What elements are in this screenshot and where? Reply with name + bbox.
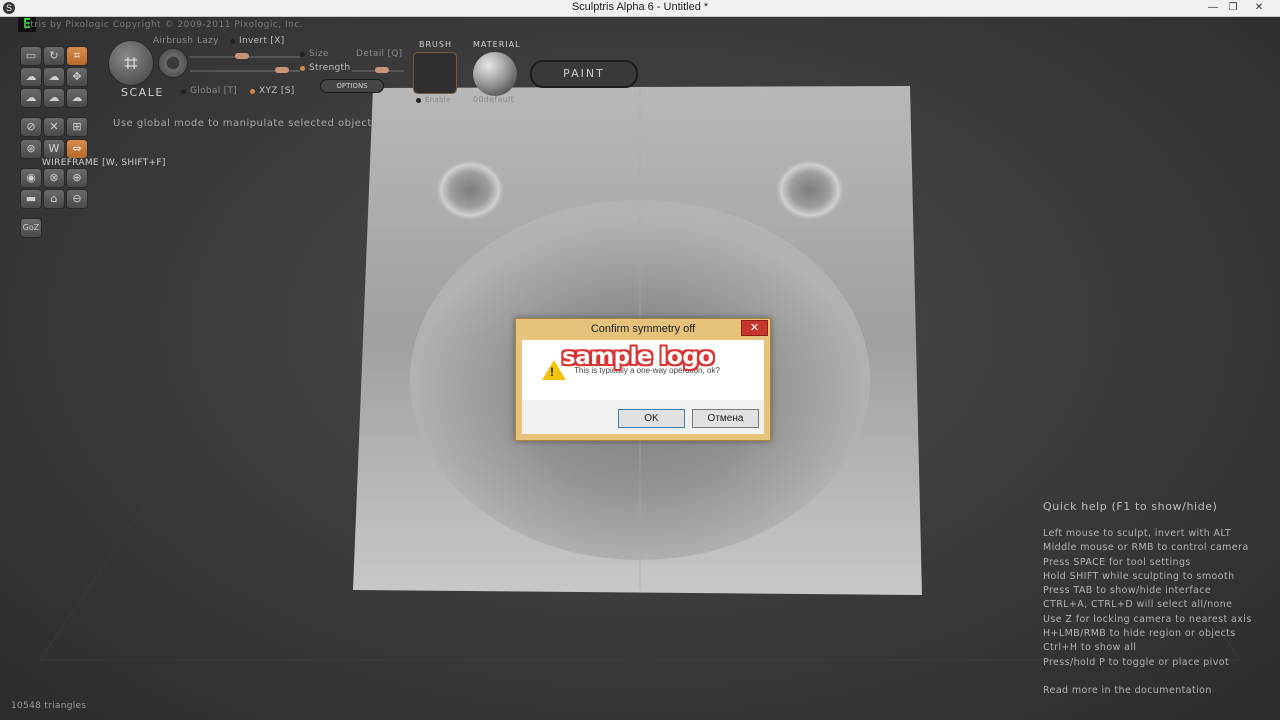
dialog-close-button[interactable]: ✕	[741, 320, 768, 336]
enable-label[interactable]: Enable	[425, 96, 451, 104]
confirm-symmetry-dialog: Confirm symmetry off ✕ ! This is typical…	[515, 318, 771, 441]
enable-toggle[interactable]	[416, 98, 421, 103]
airbrush-label[interactable]: Airbrush	[153, 36, 193, 46]
strength-label: Strength	[309, 63, 351, 73]
quick-help-item: Press TAB to show/hide interface	[1043, 585, 1212, 597]
xyz-toggle[interactable]	[250, 89, 255, 94]
grid-icon[interactable]: ⊞	[66, 117, 88, 137]
warning-mark: !	[550, 365, 554, 379]
brush-knob[interactable]	[158, 48, 188, 78]
wireframe-icon[interactable]: W	[43, 139, 65, 159]
dialog-title: Confirm symmetry off	[590, 323, 696, 335]
home-icon[interactable]: ⌂	[43, 189, 65, 209]
global-label[interactable]: Global [T]	[190, 86, 237, 96]
export-icon[interactable]: ⊖	[66, 189, 88, 209]
paint-button[interactable]: PAINT	[530, 60, 638, 88]
strength-slider-handle[interactable]	[275, 67, 289, 73]
tool-pinch-icon[interactable]: ☁	[20, 88, 42, 108]
reduce-icon[interactable]: ⊗	[43, 168, 65, 188]
wireframe-tooltip: WIREFRAME [W, SHIFT+F]	[42, 158, 166, 168]
quick-help-title: Quick help (F1 to show/hide)	[1043, 500, 1218, 513]
tool-flatten-icon[interactable]: ☁	[20, 67, 42, 87]
invert-toggle[interactable]	[230, 39, 235, 44]
left-eye-dent	[434, 158, 506, 222]
dialog-body: ! This is typically a one-way operation,…	[522, 340, 764, 400]
mirror-icon[interactable]: ⇔	[66, 139, 88, 159]
quick-help-item: H+LMB/RMB to hide region or objects	[1043, 628, 1236, 640]
triangle-count: 10548 triangles	[11, 701, 87, 711]
brush-header: BRUSH	[419, 40, 452, 49]
symmetry-icon[interactable]: ⊛	[20, 139, 42, 159]
size-label: Size	[309, 49, 329, 59]
quick-help-item: Middle mouse or RMB to control camera	[1043, 542, 1249, 554]
reduce-brush-icon[interactable]: ⊘	[20, 117, 42, 137]
scale-tool-icon[interactable]: ⌗	[108, 40, 154, 86]
cancel-button[interactable]: Отмена	[692, 409, 759, 428]
tool-grab-icon[interactable]: ✥	[66, 67, 88, 87]
material-name: 00default	[473, 95, 515, 104]
ok-button[interactable]: OK	[618, 409, 685, 428]
options-button[interactable]: OPTIONS	[320, 79, 384, 93]
size-slider-handle[interactable]	[235, 53, 249, 59]
tool-hint: Use global mode to manipulate selected o…	[113, 118, 378, 129]
documentation-link[interactable]: Read more in the documentation	[1043, 685, 1212, 696]
sphere-icon[interactable]: ▬	[20, 189, 42, 209]
xyz-label[interactable]: XYZ [S]	[259, 86, 295, 96]
quick-help-item: Ctrl+H to show all	[1043, 642, 1137, 654]
invert-label[interactable]: Invert [X]	[239, 36, 285, 46]
detail-label: Detail [Q]	[356, 49, 403, 59]
tool-rotate-icon[interactable]: ↻	[43, 46, 65, 66]
strength-toggle[interactable]	[300, 66, 305, 71]
quick-help-item: Hold SHIFT while sculpting to smooth	[1043, 570, 1235, 582]
tool-scale-icon[interactable]: ⌗	[66, 46, 88, 66]
material-header: MATERIAL	[473, 40, 521, 49]
tool-draw-icon[interactable]: ☁	[66, 88, 88, 108]
import-icon[interactable]: ⊕	[66, 168, 88, 188]
sample-logo-watermark: sample logo	[562, 344, 714, 370]
quick-help-item: Use Z for locking camera to nearest axis	[1043, 613, 1252, 625]
mask-icon[interactable]: ✕	[43, 117, 65, 137]
material-preview[interactable]	[473, 52, 517, 96]
copyright-text: ptris by Pixologic Copyright © 2009-2011…	[24, 20, 304, 30]
quick-help-item: Left mouse to sculpt, invert with ALT	[1043, 528, 1232, 539]
brush-preview[interactable]	[413, 52, 457, 94]
size-toggle[interactable]	[300, 52, 305, 57]
current-tool-label: SCALE	[121, 86, 164, 99]
tool-smooth-icon[interactable]: ☁	[43, 88, 65, 108]
lazy-label[interactable]: Lazy	[197, 36, 219, 46]
detail-slider-handle[interactable]	[375, 67, 389, 73]
global-toggle[interactable]	[181, 89, 186, 94]
right-eye-dent	[774, 158, 846, 222]
goz-button[interactable]: GoZ	[20, 218, 42, 238]
subdivide-icon[interactable]: ◉	[20, 168, 42, 188]
tool-crease-icon[interactable]: ▭	[20, 46, 42, 66]
quick-help-item: CTRL+A, CTRL+D will select all/none	[1043, 599, 1233, 611]
tool-inflate-icon[interactable]: ☁	[43, 67, 65, 87]
quick-help-item: Press/hold P to toggle or place pivot	[1043, 656, 1230, 668]
quick-help-list: Left mouse to sculpt, invert with ALT Mi…	[1043, 528, 1252, 671]
dialog-footer: OK Отмена	[522, 400, 764, 434]
quick-help-item: Press SPACE for tool settings	[1043, 556, 1191, 568]
